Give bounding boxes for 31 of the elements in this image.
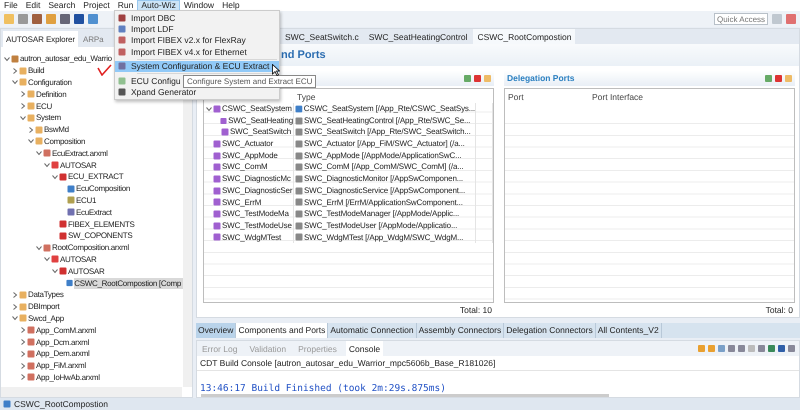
console-line: 13:46:17 Build Finished (took 2m:29s.875ms) xyxy=(200,383,447,394)
type-cell: SWC_WdgMTest [/App_WdgM/SWC_WdgM... xyxy=(294,232,476,244)
component-cell: SWC_AppMode xyxy=(204,150,294,162)
component-cell: SWC_TestModeUse xyxy=(204,220,294,232)
component-cell: SWC_Actuator xyxy=(204,138,294,150)
component-cell: SWC_ComM xyxy=(204,161,294,174)
type-cell: SWC_Actuator [/App_FiM/SWC_Actuator] (/a... xyxy=(294,138,476,150)
tooltip: Configure System and Extract ECU xyxy=(183,75,316,88)
total-count: Total: 10 xyxy=(460,305,492,315)
status-text: CSWC_RootCompostion xyxy=(14,399,108,409)
total-count: Total: 0 xyxy=(766,305,793,315)
type-cell: SWC_SeatHeatingControl [/App_Rte/SWC_Se... xyxy=(294,114,476,126)
component-cell: SWC_ErrM xyxy=(204,196,294,208)
component-cell: SWC_DiagnosticMc xyxy=(204,173,294,185)
console-title: CDT Build Console [autron_autosar_edu_Warrior_mpc5606b_Base_R181026] xyxy=(197,356,799,371)
type-cell: SWC_TestModeUser [/AppMode/Applicatio... xyxy=(294,220,476,232)
component-cell: SWC_WdgMTest xyxy=(204,232,294,244)
type-cell: SWC_DiagnosticMonitor [/AppSwComponen... xyxy=(294,173,476,185)
type-cell: CSWC_SeatSystem [/App_Rte/CSWC_SeatSys... xyxy=(294,103,476,115)
section-title: Delegation Ports xyxy=(507,73,575,83)
type-cell: SWC_AppMode [/AppMode/ApplicationSwC... xyxy=(294,150,476,162)
type-cell: SWC_TestModeManager [/AppMode/Applic... xyxy=(294,208,476,220)
component-cell: SWC_SeatHeating xyxy=(204,114,294,126)
type-cell: SWC_SeatSwitch [/App_Rte/SWC_SeatSwitch... xyxy=(294,126,476,138)
component-cell: SWC_TestModeMa xyxy=(204,208,294,220)
component-cell: CSWC_SeatSystem xyxy=(204,103,294,115)
component-cell: SWC_DiagnosticSer xyxy=(204,184,294,196)
type-cell: SWC_ErrM [/ErrM/ApplicationSwComponent... xyxy=(294,196,476,208)
type-cell: SWC_ComM [/App_ComM/SWC_ComM] (/a... xyxy=(294,161,476,174)
type-cell: SWC_DiagnosticService [/AppSwComponent... xyxy=(294,184,476,196)
component-cell: SWC_SeatSwitch xyxy=(204,126,294,138)
